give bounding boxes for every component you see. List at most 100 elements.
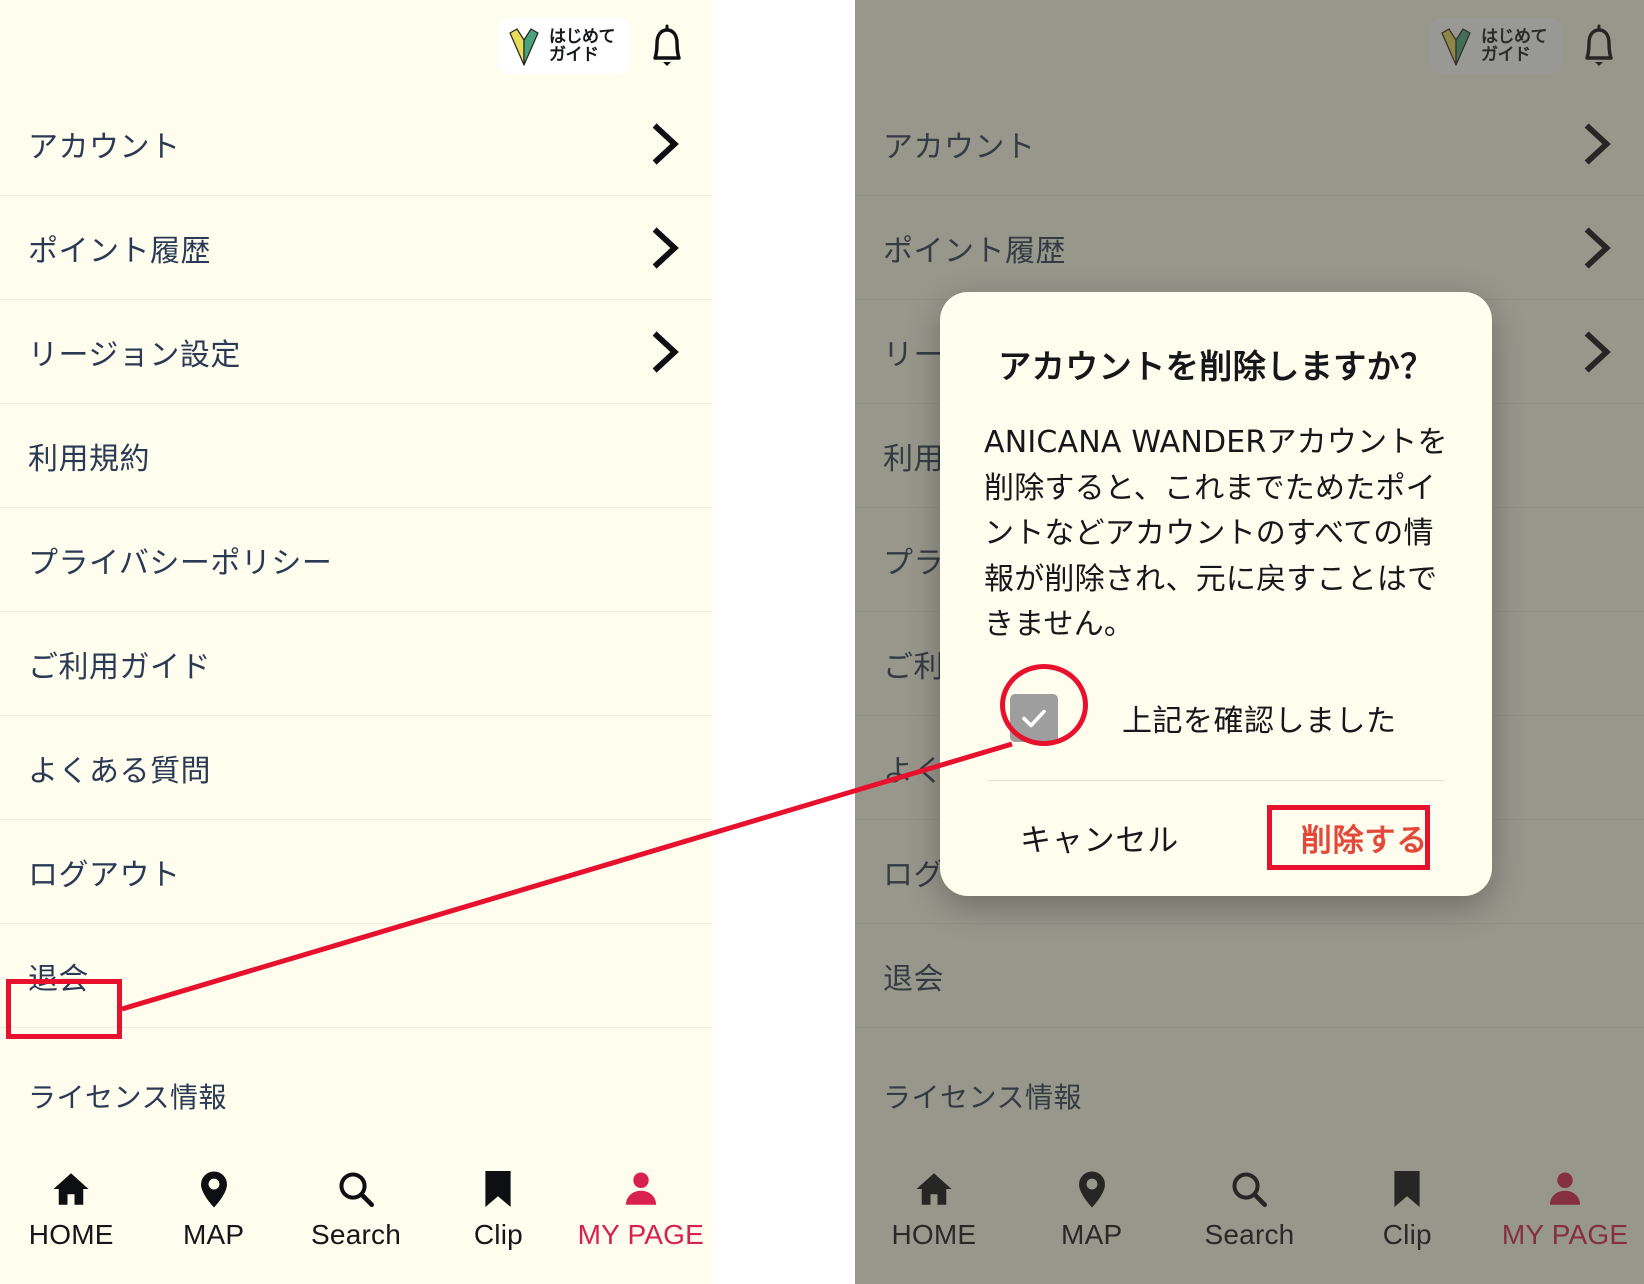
chevron-right-icon	[652, 123, 679, 165]
nav-icon-wrap	[1389, 1166, 1425, 1212]
person-icon	[625, 1172, 656, 1205]
menu-item-label: 利用規約	[28, 442, 150, 477]
nav-icon-wrap	[913, 1166, 955, 1212]
nav-icon-wrap	[1071, 1166, 1113, 1212]
nav-icon-wrap	[480, 1166, 516, 1212]
dialog-actions: キャンセル 削除する	[984, 781, 1448, 866]
home-icon	[916, 1173, 952, 1205]
menu-item-5[interactable]: プライバシーポリシー	[0, 508, 712, 612]
menu-item-2[interactable]: ポイント履歴	[0, 196, 712, 300]
chevron-right-icon	[652, 227, 679, 269]
menu-item-label: ご利用ガイド	[28, 650, 211, 685]
chevron-right-icon	[652, 331, 679, 373]
nav-item-clip[interactable]: Clip	[427, 1166, 569, 1251]
nav-item-home[interactable]: HOME	[0, 1166, 142, 1251]
screenshot-stage: はじめて ガイド アカウント ポイント履歴 リージョン設定 利用規約 プライバシーポリシ…	[0, 0, 1644, 1284]
nav-icon-wrap	[1544, 1166, 1586, 1212]
nav-icon-wrap	[1228, 1166, 1270, 1212]
guide-badge-button[interactable]: はじめて ガイド	[498, 18, 630, 74]
nav-item-label: Clip	[1382, 1219, 1432, 1250]
menu-item-7[interactable]: よくある質問	[0, 716, 712, 820]
nav-item-search[interactable]: Search	[285, 1166, 427, 1251]
nav-icon-wrap	[335, 1166, 377, 1212]
chevron-right-icon	[1584, 227, 1611, 269]
guide-badge-button-right[interactable]: はじめて ガイド	[1430, 18, 1562, 74]
home-icon	[53, 1173, 89, 1205]
nav-icon-wrap	[193, 1166, 235, 1212]
nav-item-map[interactable]: MAP	[142, 1166, 284, 1251]
nav-item-map[interactable]: MAP	[1013, 1166, 1171, 1251]
nav-item-label: HOME	[28, 1219, 114, 1250]
bottom-navigation-left: HOME MAP Search Clip MY PAGE	[0, 1154, 712, 1284]
nav-icon-wrap	[620, 1166, 662, 1212]
search-icon	[339, 1172, 375, 1208]
nav-item-label: Search	[1204, 1219, 1295, 1250]
bell-icon	[653, 24, 681, 66]
nav-item-label: Clip	[473, 1219, 523, 1250]
nav-item-my-page[interactable]: MY PAGE	[570, 1166, 712, 1251]
app-header-left: はじめて ガイド	[0, 0, 712, 92]
bookmark-icon	[1394, 1171, 1420, 1207]
guide-badge-text-right: はじめて ガイド	[1481, 26, 1548, 65]
nav-item-search[interactable]: Search	[1171, 1166, 1329, 1251]
nav-item-label: Search	[311, 1219, 401, 1250]
menu-item-label: よくある質問	[28, 754, 211, 789]
menu-item-4[interactable]: 利用規約	[0, 404, 712, 508]
guide-badge-line1: はじめて	[549, 26, 616, 46]
guide-badge-line2: ガイド	[549, 45, 599, 64]
menu-item-6[interactable]: ご利用ガイド	[0, 612, 712, 716]
person-icon	[1550, 1172, 1581, 1205]
menu-item-label: ログアウト	[28, 858, 181, 893]
menu-item-label: プライバシーポリシー	[28, 546, 333, 581]
confirm-checkbox[interactable]	[1010, 693, 1058, 742]
check-icon	[1022, 709, 1046, 728]
menu-item-1[interactable]: アカウント	[855, 92, 1644, 196]
guide-badge-line1: はじめて	[1481, 26, 1548, 46]
confirmation-row: 上記を確認しました	[984, 693, 1448, 742]
nav-item-home[interactable]: HOME	[855, 1166, 1013, 1251]
menu-item-9[interactable]: 退会	[0, 924, 712, 1028]
confirm-checkbox-label: 上記を確認しました	[1122, 703, 1397, 739]
menu-item-label: アカウント	[28, 130, 181, 165]
bell-icon	[1585, 24, 1613, 66]
nav-item-label: MY PAGE	[1501, 1219, 1629, 1250]
guide-badge-line2: ガイド	[1481, 45, 1531, 64]
menu-item-label: リージョン設定	[28, 338, 241, 373]
nav-item-clip[interactable]: Clip	[1328, 1166, 1486, 1251]
nav-icon-wrap	[50, 1166, 92, 1212]
menu-item-label: ポイント履歴	[883, 234, 1066, 269]
delete-account-dialog: アカウントを削除しますか？ ANICANA WANDERアカウントを削除すると、…	[940, 292, 1492, 896]
chevron-right-icon	[1584, 123, 1611, 165]
shoshinsha-leaf-icon	[1441, 28, 1471, 66]
nav-item-label: MY PAGE	[577, 1219, 705, 1250]
shoshinsha-leaf-icon	[509, 28, 539, 66]
nav-item-my-page[interactable]: MY PAGE	[1486, 1166, 1644, 1251]
map-pin-icon	[200, 1171, 227, 1208]
menu-item-3[interactable]: リージョン設定	[0, 300, 712, 404]
menu-item-label: ポイント履歴	[28, 234, 211, 269]
bottom-navigation-right: HOME MAP Search Clip MY PAGE	[855, 1154, 1644, 1284]
map-pin-icon	[1078, 1171, 1105, 1208]
menu-item-2[interactable]: ポイント履歴	[855, 196, 1644, 300]
cancel-button[interactable]: キャンセル	[1020, 815, 1179, 860]
nav-item-label: MAP	[182, 1219, 245, 1250]
notification-button-right[interactable]	[1576, 20, 1622, 72]
license-info-link-left[interactable]: ライセンス情報	[28, 1076, 227, 1116]
phone-screen-before: はじめて ガイド アカウントポイント履歴 リージョン設定 利用規約プライバシーポリシ…	[0, 0, 712, 1284]
search-icon	[1232, 1172, 1268, 1208]
menu-item-label: 退会	[28, 962, 89, 997]
bookmark-icon	[485, 1171, 512, 1207]
app-header-right: はじめて ガイド	[855, 0, 1644, 92]
nav-item-label: HOME	[891, 1219, 977, 1250]
notification-button[interactable]	[644, 20, 690, 72]
license-info-link-right[interactable]: ライセンス情報	[883, 1076, 1082, 1116]
chevron-right-icon	[1584, 331, 1611, 373]
guide-badge-text: はじめて ガイド	[549, 26, 616, 65]
delete-button[interactable]: 削除する	[1301, 815, 1428, 860]
dialog-message: ANICANA WANDERアカウントを削除すると、これまでためたポイントなどア…	[984, 425, 1448, 643]
menu-item-1[interactable]: アカウント	[0, 92, 712, 196]
menu-item-label: 退会	[883, 962, 944, 997]
menu-item-9[interactable]: 退会	[855, 924, 1644, 1028]
menu-item-8[interactable]: ログアウト	[0, 820, 712, 924]
menu-item-label: アカウント	[883, 130, 1036, 165]
